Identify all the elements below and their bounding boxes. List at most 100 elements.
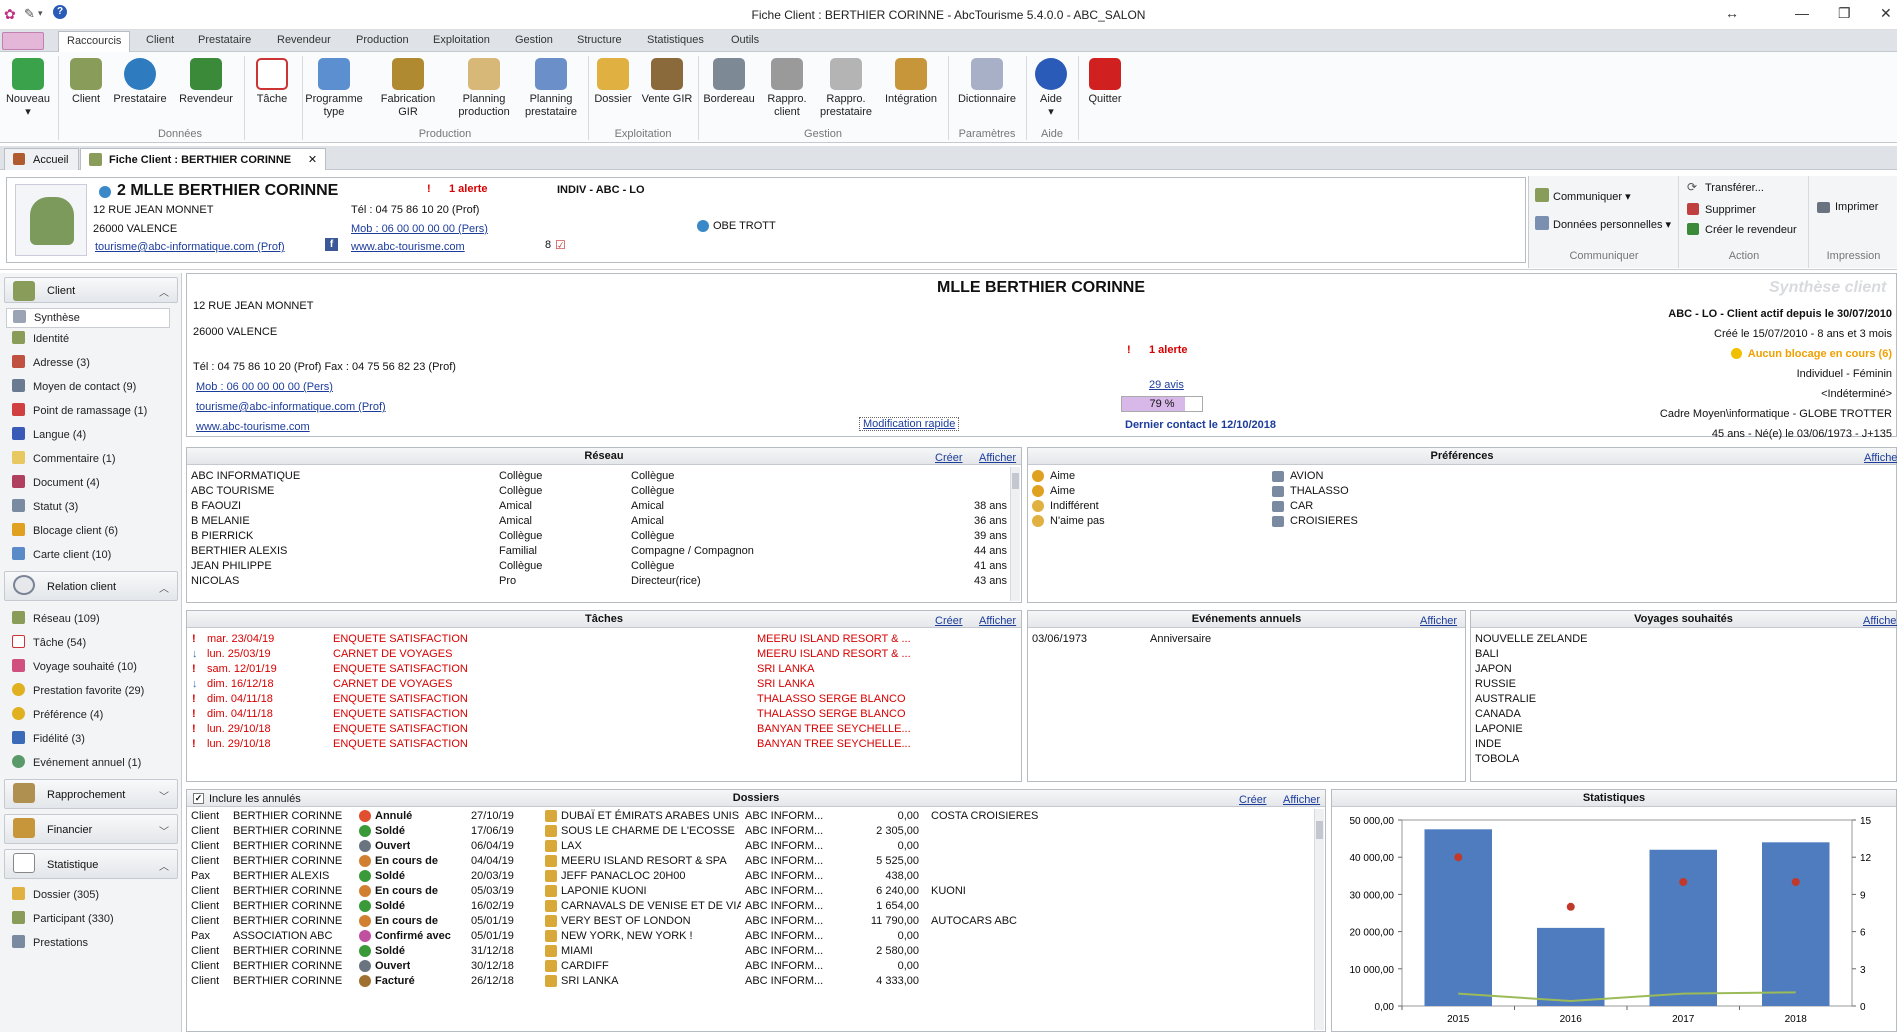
tab-exploitation[interactable]: Exploitation xyxy=(433,34,490,46)
email-link[interactable]: tourisme@abc-informatique.com (Prof) xyxy=(95,241,285,253)
voyages-afficher-link[interactable]: Afficher xyxy=(1863,613,1897,629)
evenements-afficher-link[interactable]: Afficher xyxy=(1420,613,1457,629)
imprimer-button[interactable]: Imprimer xyxy=(1835,201,1878,213)
quitter-button[interactable]: Quitter xyxy=(1080,58,1130,106)
sidebar-section-rapprochement[interactable]: Rapprochement ﹀ xyxy=(4,779,178,809)
table-row[interactable]: Pax BERTHIER ALEXIS Soldé 20/03/19 JEFF PANA… xyxy=(187,869,1325,884)
list-item[interactable]: Indifférent CAR xyxy=(1028,499,1896,514)
dossier-button[interactable]: Dossier xyxy=(586,58,640,106)
sidebar-section-statistique[interactable]: Statistique ︿ xyxy=(4,849,178,879)
transferer-button[interactable]: Transférer... xyxy=(1705,182,1764,194)
table-row[interactable]: Client BERTHIER CORINNE En cours de 05/01/1… xyxy=(187,914,1325,929)
communiquer-button[interactable]: Communiquer ▾ xyxy=(1553,190,1631,203)
table-row[interactable]: Client BERTHIER CORINNE Soldé 31/12/18 MIAMI… xyxy=(187,944,1325,959)
supprimer-button[interactable]: Supprimer xyxy=(1705,204,1756,216)
list-item[interactable]: RUSSIE xyxy=(1471,677,1896,692)
mob-link[interactable]: Mob : 06 00 00 00 00 (Pers) xyxy=(351,223,488,235)
tab-accueil[interactable]: Accueil xyxy=(4,148,80,170)
synthese-mob-link[interactable]: Mob : 06 00 00 00 00 (Pers) xyxy=(196,381,333,393)
sidebar-item-commentaire[interactable]: Commentaire (1) xyxy=(12,451,116,467)
dictionnaire-button[interactable]: Dictionnaire xyxy=(950,58,1024,106)
sidebar-item-fidelite[interactable]: Fidélité (3) xyxy=(12,731,85,747)
tab-fiche-client[interactable]: Fiche Client : BERTHIER CORINNE ✕ xyxy=(80,148,327,170)
table-row[interactable]: Client BERTHIER CORINNE Soldé 16/02/19 CARNA… xyxy=(187,899,1325,914)
sidebar-section-client[interactable]: Client ︿ xyxy=(4,277,178,303)
sidebar-item-blocage[interactable]: Blocage client (6) xyxy=(12,523,118,539)
sidebar-item-langue[interactable]: Langue (4) xyxy=(12,427,86,443)
close-tab-icon[interactable]: ✕ xyxy=(308,153,317,166)
resize-icon[interactable]: ↔ xyxy=(1725,5,1739,21)
list-item[interactable]: AUSTRALIE xyxy=(1471,692,1896,707)
sidebar-item-tache[interactable]: Tâche (54) xyxy=(12,635,86,651)
table-row[interactable]: ! sam. 12/01/19 ENQUETE SATISFACTION SRI LA… xyxy=(187,662,1021,677)
rappro-prestataire-button[interactable]: Rappro. prestataire xyxy=(814,58,878,119)
taches-creer-link[interactable]: Créer xyxy=(935,613,963,629)
sidebar-item-ramassage[interactable]: Point de ramassage (1) xyxy=(12,403,147,419)
list-item[interactable]: CANADA xyxy=(1471,707,1896,722)
alert-count[interactable]: 1 alerte xyxy=(449,183,488,195)
dossiers-creer-link[interactable]: Créer xyxy=(1239,792,1267,808)
table-row[interactable]: Client BERTHIER CORINNE Ouvert 30/12/18 CARD… xyxy=(187,959,1325,974)
table-row[interactable]: B PIERRICK Collègue Collègue 39 ans xyxy=(187,529,1021,544)
planning-production-button[interactable]: Planning production xyxy=(452,58,516,119)
list-item[interactable]: INDE xyxy=(1471,737,1896,752)
tab-gestion[interactable]: Gestion xyxy=(515,34,553,46)
maximize-button[interactable]: ❐ xyxy=(1838,5,1851,22)
close-window-button[interactable]: ✕ xyxy=(1880,5,1892,22)
table-row[interactable]: ! mar. 23/04/19 ENQUETE SATISFACTION MEERU … xyxy=(187,632,1021,647)
help-icon[interactable]: ? xyxy=(53,5,67,19)
tab-revendeur[interactable]: Revendeur xyxy=(277,34,331,46)
sidebar-section-relation[interactable]: Relation client ︿ xyxy=(4,571,178,601)
tools-icon[interactable]: ✎ xyxy=(24,6,35,22)
dossiers-afficher-link[interactable]: Afficher xyxy=(1283,792,1320,808)
reseau-creer-link[interactable]: Créer xyxy=(935,450,963,466)
task-check-icon[interactable]: ☑ xyxy=(555,238,566,252)
dossiers-scrollbar[interactable] xyxy=(1314,809,1324,1030)
revendeur-button[interactable]: Revendeur xyxy=(178,58,234,106)
table-row[interactable]: ABC TOURISME Collègue Collègue xyxy=(187,484,1021,499)
sidebar-section-financier[interactable]: Financier ﹀ xyxy=(4,814,178,844)
aide-button[interactable]: Aide ▾ xyxy=(1026,58,1076,119)
table-row[interactable]: ↓ lun. 25/03/19 CARNET DE VOYAGES MEERU ISL… xyxy=(187,647,1021,662)
table-row[interactable]: B FAOUZI Amical Amical 38 ans xyxy=(187,499,1021,514)
nouveau-button[interactable]: Nouveau ▾ xyxy=(0,58,56,119)
rappro-client-button[interactable]: Rappro. client xyxy=(760,58,814,119)
table-row[interactable]: Client BERTHIER CORINNE Soldé 17/06/19 SOUS … xyxy=(187,824,1325,839)
quick-access-dropdown-icon[interactable]: ▾ xyxy=(38,8,43,19)
list-item[interactable]: Aime AVION xyxy=(1028,469,1896,484)
list-item[interactable]: Aime THALASSO xyxy=(1028,484,1896,499)
modification-rapide-link[interactable]: Modification rapide xyxy=(859,417,960,431)
sidebar-item-adresse[interactable]: Adresse (3) xyxy=(12,355,90,371)
reseau-afficher-link[interactable]: Afficher xyxy=(979,450,1016,466)
table-row[interactable]: Client BERTHIER CORINNE En cours de 05/03/1… xyxy=(187,884,1325,899)
table-row[interactable]: ! dim. 04/11/18 ENQUETE SATISFACTION THALAS… xyxy=(187,707,1021,722)
table-row[interactable]: NICOLAS Pro Directeur(rice) 43 ans xyxy=(187,574,1021,589)
include-annules-checkbox[interactable]: ✓ xyxy=(193,793,204,804)
bordereau-button[interactable]: Bordereau xyxy=(700,58,758,106)
sidebar-item-prestations[interactable]: Prestations xyxy=(12,935,88,951)
sidebar-item-carte-client[interactable]: Carte client (10) xyxy=(12,547,111,563)
table-row[interactable]: Client BERTHIER CORINNE Facturé 26/12/18 SRI… xyxy=(187,974,1325,989)
tab-outils[interactable]: Outils xyxy=(731,34,759,46)
avis-link[interactable]: 29 avis xyxy=(1149,379,1184,391)
creer-revendeur-button[interactable]: Créer le revendeur xyxy=(1705,224,1797,236)
table-row[interactable]: Client BERTHIER CORINNE En cours de 04/04/1… xyxy=(187,854,1325,869)
list-item[interactable]: 03/06/1973 Anniversaire xyxy=(1028,632,1465,647)
tache-button[interactable]: Tâche xyxy=(244,58,300,106)
table-row[interactable]: B MELANIE Amical Amical 36 ans xyxy=(187,514,1021,529)
planning-prestataire-button[interactable]: Planning prestataire xyxy=(518,58,584,119)
sidebar-item-reseau[interactable]: Réseau (109) xyxy=(12,611,100,627)
table-row[interactable]: ! dim. 04/11/18 ENQUETE SATISFACTION THALAS… xyxy=(187,692,1021,707)
table-row[interactable]: Client BERTHIER CORINNE Annulé 27/10/19 DUBA… xyxy=(187,809,1325,824)
facebook-icon[interactable]: f xyxy=(325,238,338,251)
taches-afficher-link[interactable]: Afficher xyxy=(979,613,1016,629)
table-row[interactable]: Pax ASSOCIATION ABC Confirmé avec 05/01/19 N… xyxy=(187,929,1325,944)
programme-type-button[interactable]: Programme type xyxy=(303,58,365,119)
list-item[interactable]: N'aime pas CROISIERES xyxy=(1028,514,1896,529)
app-menu-button[interactable] xyxy=(2,32,44,50)
tab-production[interactable]: Production xyxy=(356,34,409,46)
client-button[interactable]: Client xyxy=(58,58,114,106)
preferences-afficher-link[interactable]: Afficher xyxy=(1864,450,1897,466)
table-row[interactable]: ↓ dim. 16/12/18 CARNET DE VOYAGES SRI LANKA xyxy=(187,677,1021,692)
web-link[interactable]: www.abc-tourisme.com xyxy=(351,241,465,253)
